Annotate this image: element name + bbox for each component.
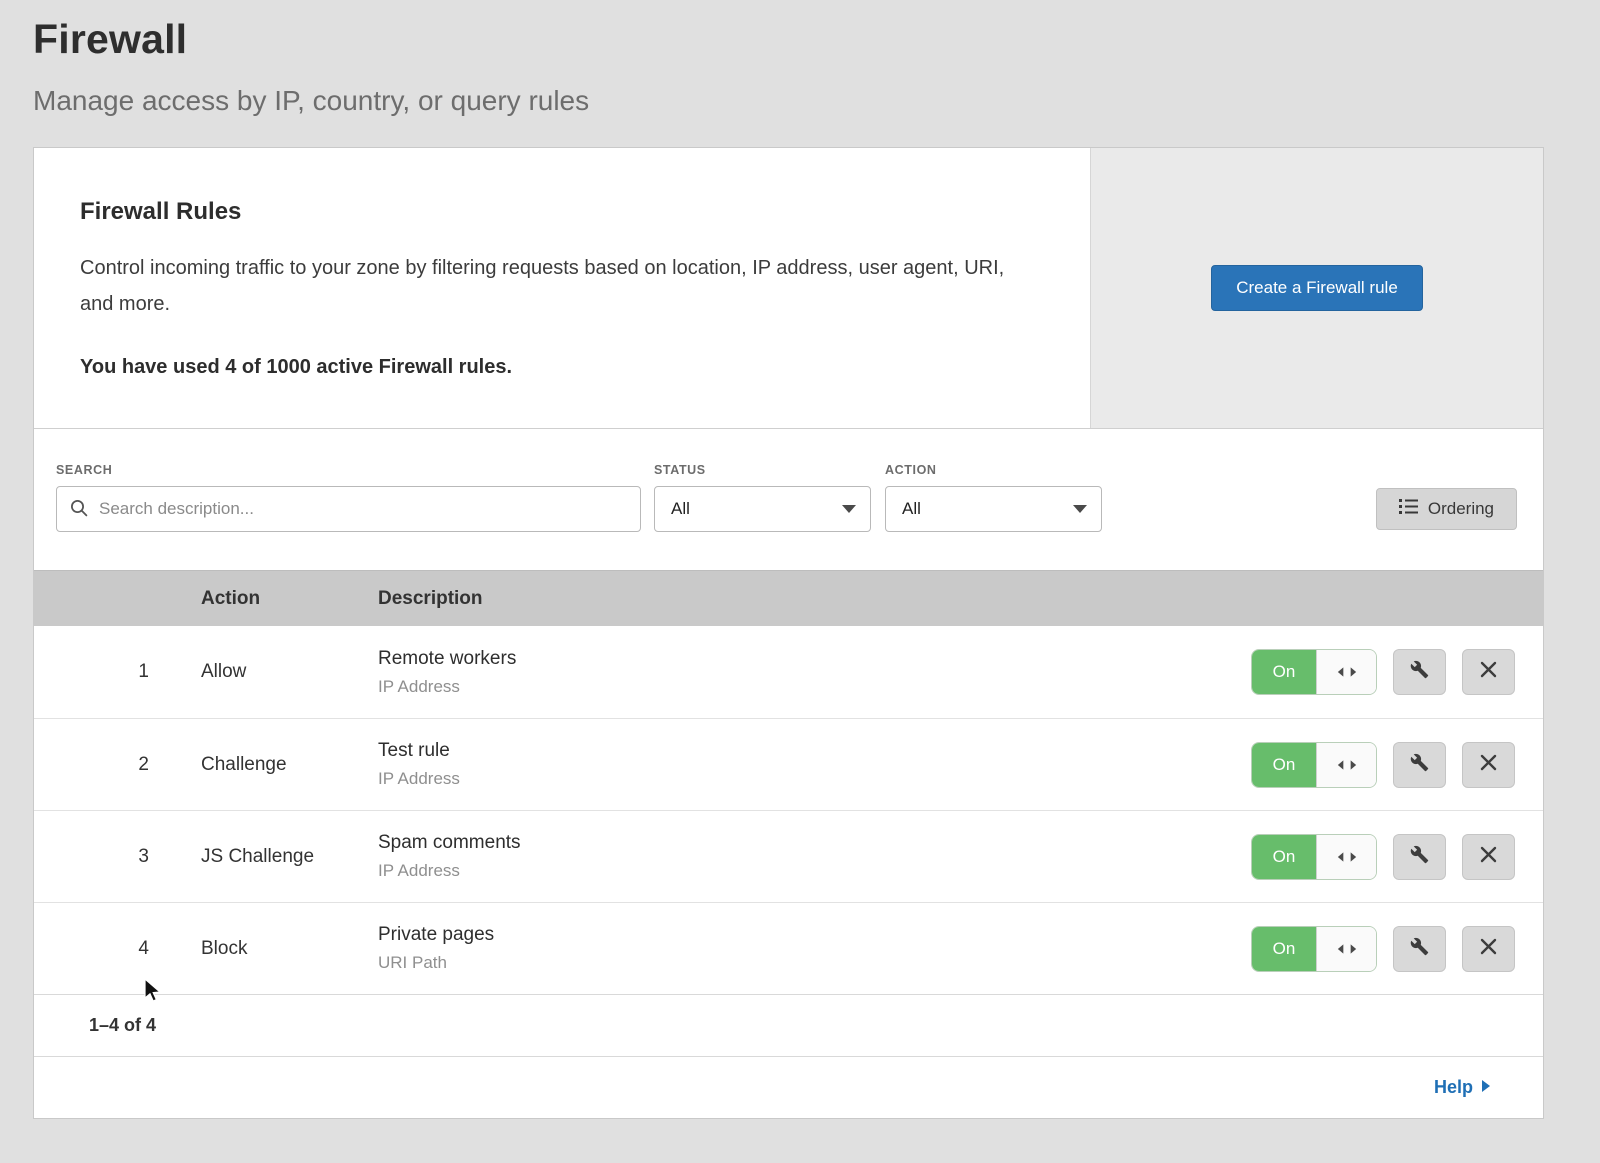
close-icon <box>1480 754 1497 776</box>
ordering-button-label: Ordering <box>1428 499 1494 519</box>
rule-enabled-toggle[interactable]: On <box>1251 926 1377 972</box>
rule-match-type: IP Address <box>378 861 1251 881</box>
delete-rule-button[interactable] <box>1462 742 1515 788</box>
rule-controls: On <box>1251 926 1543 972</box>
edit-rule-button[interactable] <box>1393 926 1446 972</box>
delete-rule-button[interactable] <box>1462 649 1515 695</box>
rule-enabled-toggle[interactable]: On <box>1251 834 1377 880</box>
rule-enabled-toggle[interactable]: On <box>1251 742 1377 788</box>
rule-action: JS Challenge <box>201 846 378 868</box>
help-link[interactable]: Help <box>1434 1077 1491 1098</box>
delete-rule-button[interactable] <box>1462 926 1515 972</box>
table-header: Action Description <box>34 570 1543 626</box>
search-label: SEARCH <box>56 463 641 477</box>
rule-enabled-toggle[interactable]: On <box>1251 649 1377 695</box>
card-title: Firewall Rules <box>80 198 1030 226</box>
ordering-button[interactable]: Ordering <box>1376 488 1517 530</box>
action-label: ACTION <box>885 463 1102 477</box>
wrench-icon <box>1410 845 1429 869</box>
action-filter-group: ACTION All <box>885 463 1102 532</box>
wrench-icon <box>1410 937 1429 961</box>
rule-description: Remote workers <box>378 648 1251 670</box>
toggle-arrows-icon <box>1316 835 1376 879</box>
edit-rule-button[interactable] <box>1393 834 1446 880</box>
rule-action: Allow <box>201 661 378 683</box>
page-subtitle: Manage access by IP, country, or query r… <box>33 85 1567 117</box>
column-header-action: Action <box>201 588 378 610</box>
toggle-arrows-icon <box>1316 927 1376 971</box>
status-label: STATUS <box>654 463 871 477</box>
search-icon <box>69 498 89 523</box>
toggle-on-label: On <box>1252 743 1316 787</box>
rule-controls: On <box>1251 649 1543 695</box>
rule-description-cell: Spam comments IP Address <box>378 832 1251 881</box>
firewall-rules-card: Firewall Rules Control incoming traffic … <box>34 148 1543 429</box>
status-filter-group: STATUS All <box>654 463 871 532</box>
rule-description-cell: Remote workers IP Address <box>378 648 1251 697</box>
chevron-down-icon <box>842 505 856 513</box>
rule-description-cell: Private pages URI Path <box>378 924 1251 973</box>
table-row: 3 JS Challenge Spam comments IP Address … <box>34 810 1543 902</box>
rule-action: Challenge <box>201 754 378 776</box>
wrench-icon <box>1410 660 1429 684</box>
toggle-arrows-icon <box>1316 743 1376 787</box>
firewall-page: Firewall Manage access by IP, country, o… <box>0 0 1600 1119</box>
firewall-panel: Firewall Rules Control incoming traffic … <box>33 147 1544 1119</box>
rule-priority: 2 <box>34 754 149 776</box>
wrench-icon <box>1410 753 1429 777</box>
toggle-arrows-icon <box>1316 650 1376 694</box>
filters-bar: SEARCH STATUS All ACTION All <box>34 429 1543 570</box>
toggle-on-label: On <box>1252 650 1316 694</box>
edit-rule-button[interactable] <box>1393 649 1446 695</box>
status-select-value: All <box>671 499 690 519</box>
table-row: 1 Allow Remote workers IP Address On <box>34 626 1543 718</box>
help-row: Help <box>34 1056 1543 1118</box>
rule-match-type: IP Address <box>378 677 1251 697</box>
rule-description: Test rule <box>378 740 1251 762</box>
help-arrow-icon <box>1481 1077 1491 1098</box>
rules-usage-text: You have used 4 of 1000 active Firewall … <box>80 356 1030 379</box>
toggle-on-label: On <box>1252 835 1316 879</box>
status-select[interactable]: All <box>654 486 871 532</box>
action-select[interactable]: All <box>885 486 1102 532</box>
create-rule-section: Create a Firewall rule <box>1091 148 1543 428</box>
rules-table-body: 1 Allow Remote workers IP Address On <box>34 626 1543 994</box>
close-icon <box>1480 846 1497 868</box>
rule-match-type: IP Address <box>378 769 1251 789</box>
card-description: Control incoming traffic to your zone by… <box>80 250 1030 322</box>
action-select-value: All <box>902 499 921 519</box>
rule-description-cell: Test rule IP Address <box>378 740 1251 789</box>
toggle-on-label: On <box>1252 927 1316 971</box>
create-firewall-rule-button[interactable]: Create a Firewall rule <box>1211 265 1423 311</box>
pagination-summary: 1–4 of 4 <box>34 994 1543 1056</box>
help-link-label: Help <box>1434 1077 1473 1098</box>
table-row: 4 Block Private pages URI Path On <box>34 902 1543 994</box>
rule-priority: 1 <box>34 661 149 683</box>
rule-match-type: URI Path <box>378 953 1251 973</box>
rule-priority: 3 <box>34 846 149 868</box>
rule-description: Spam comments <box>378 832 1251 854</box>
ordering-list-icon <box>1399 498 1418 520</box>
edit-rule-button[interactable] <box>1393 742 1446 788</box>
firewall-rules-card-text: Firewall Rules Control incoming traffic … <box>34 148 1091 428</box>
table-row: 2 Challenge Test rule IP Address On <box>34 718 1543 810</box>
rule-priority: 4 <box>34 938 149 960</box>
page-title: Firewall <box>33 16 1567 63</box>
close-icon <box>1480 938 1497 960</box>
search-input[interactable] <box>56 486 641 532</box>
rule-controls: On <box>1251 834 1543 880</box>
search-filter-group: SEARCH <box>56 463 641 532</box>
rule-action: Block <box>201 938 378 960</box>
column-header-description: Description <box>378 588 483 610</box>
rule-controls: On <box>1251 742 1543 788</box>
search-field-wrap <box>56 486 641 532</box>
delete-rule-button[interactable] <box>1462 834 1515 880</box>
close-icon <box>1480 661 1497 683</box>
rule-description: Private pages <box>378 924 1251 946</box>
chevron-down-icon <box>1073 505 1087 513</box>
